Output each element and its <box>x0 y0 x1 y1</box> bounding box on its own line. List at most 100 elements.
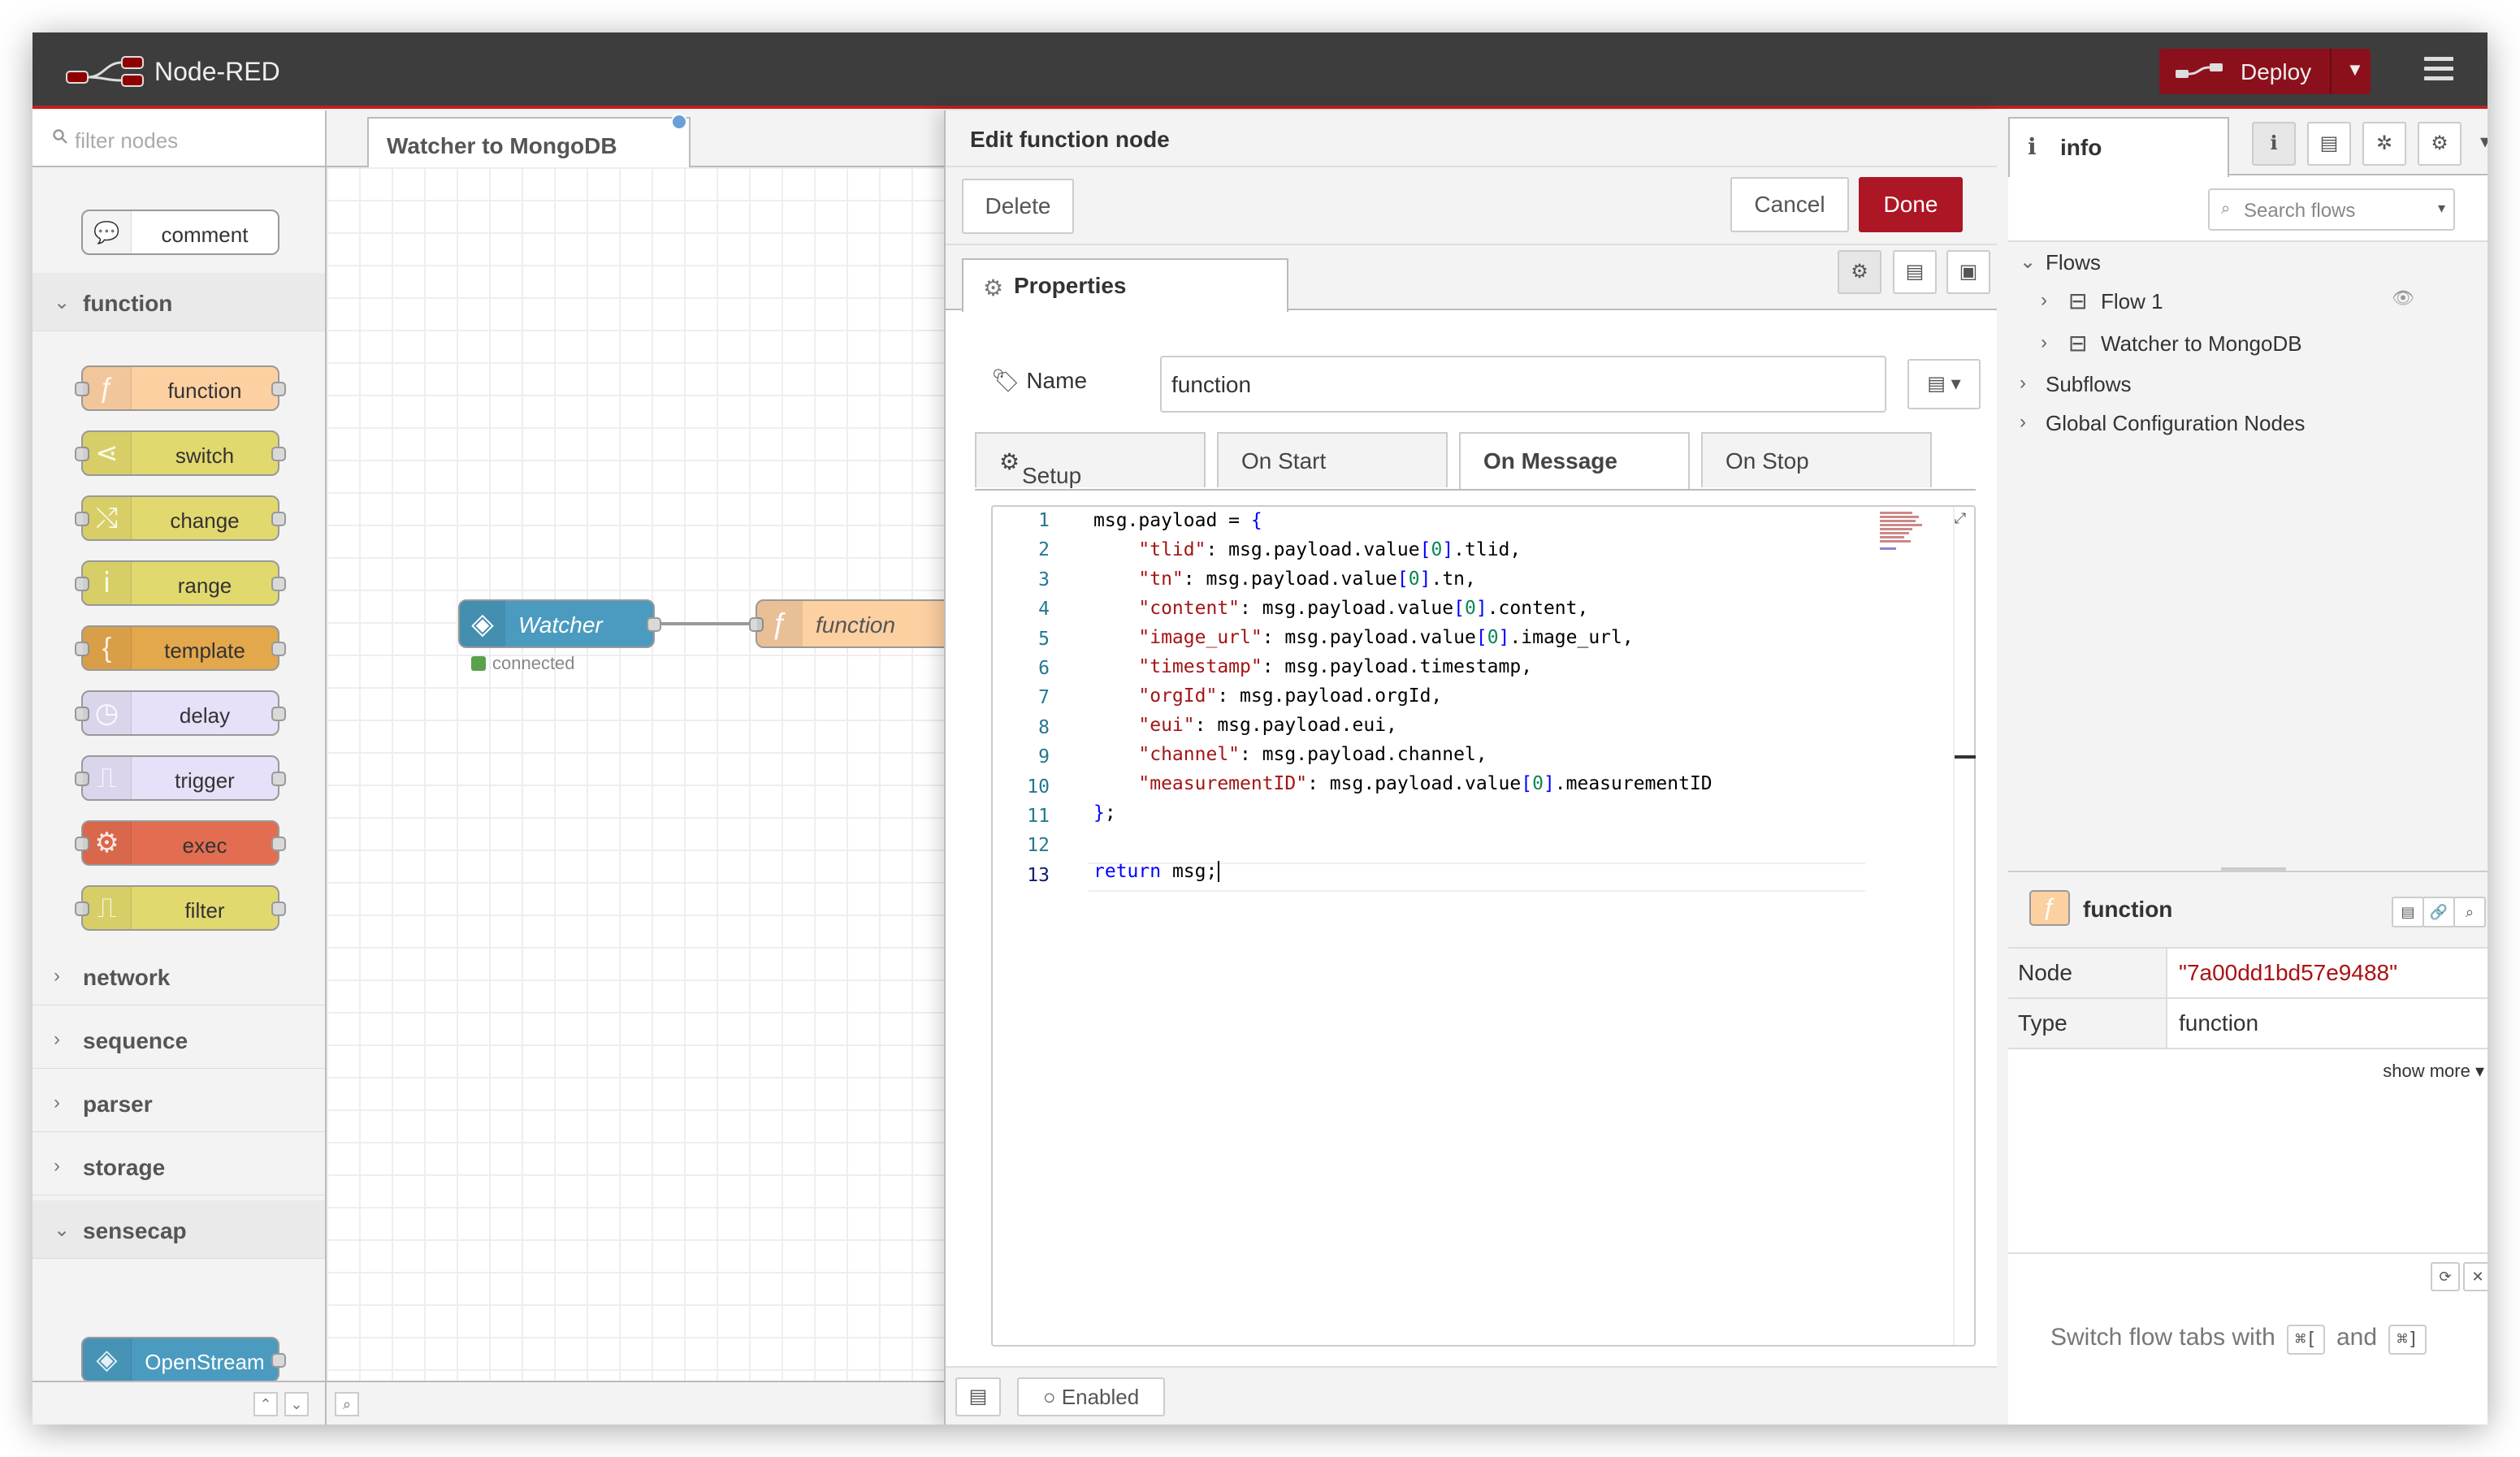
output-port <box>271 837 286 851</box>
tab-info[interactable]: ℹ info <box>2008 117 2229 177</box>
line-number: 3 <box>1038 569 1050 590</box>
changed-indicator-icon <box>671 114 687 130</box>
node-palette: filter nodes 💬 comment ⌄ function ƒ func… <box>32 110 327 1425</box>
info-value-node-id[interactable]: "7a00dd1bd57e9488" <box>2179 960 2397 986</box>
tree-label: Flows <box>2046 250 2101 275</box>
chevron-down-icon: ⌄ <box>54 1219 71 1241</box>
flow-icon: ⊟ <box>2068 331 2088 356</box>
search-icon[interactable]: ⌕ <box>335 1392 359 1416</box>
workspace-canvas[interactable]: ◈ Watcher connected ƒ function <box>327 167 967 1381</box>
palette-node-switch[interactable]: ⋖ switch <box>75 430 286 476</box>
palette-node-delay[interactable]: ◷ delay <box>75 690 286 736</box>
category-network[interactable]: › network <box>32 947 325 1005</box>
category-sequence[interactable]: › sequence <box>32 1010 325 1069</box>
help-book-icon[interactable]: ▤ <box>2392 897 2424 927</box>
category-sensecap[interactable]: ⌄ sensecap <box>32 1200 325 1259</box>
watcher-status-text: connected <box>492 653 575 673</box>
tree-label: Subflows <box>2046 372 2132 396</box>
deploy-menu-caret-icon[interactable]: ▼ <box>2346 59 2364 80</box>
info-icon[interactable]: ℹ <box>2252 122 2296 166</box>
tray-toolbar: Delete Cancel Done <box>946 167 1998 245</box>
output-port[interactable] <box>647 617 661 632</box>
palette-node-range[interactable]: ⅰ range <box>75 560 286 606</box>
palette-node-change[interactable]: ⤭ change <box>75 495 286 541</box>
help-book-icon[interactable]: ▤ <box>2307 122 2351 166</box>
hamburger-bar <box>2424 57 2453 61</box>
deploy-button[interactable]: Deploy ▼ <box>2159 49 2371 94</box>
palette-node-function[interactable]: ƒ function <box>75 365 286 411</box>
code-editor[interactable]: 1 2 3 4 5 6 7 8 9 10 11 12 13 msg.payload = { "tlid"… <box>991 505 1976 1347</box>
chevron-down-icon[interactable]: ▾ <box>2438 200 2445 217</box>
tab-on-stop[interactable]: On Stop <box>1701 432 1932 487</box>
line-number: 11 <box>1027 806 1050 827</box>
visibility-eye-icon[interactable]: 👁 <box>2392 288 2414 309</box>
done-button[interactable]: Done <box>1859 177 1963 232</box>
keyboard-shortcut: ⌘[ <box>2287 1325 2325 1355</box>
tree-label: Flow 1 <box>2101 289 2163 313</box>
code-line: }; <box>1093 802 1116 824</box>
code-line: "tlid": msg.payload.value[0].tlid, <box>1138 539 1522 560</box>
library-menu-icon[interactable]: ▤ ▾ <box>1907 359 1981 409</box>
description-icon[interactable]: ▤ <box>1893 250 1937 294</box>
chevron-down-icon[interactable]: ▾ <box>2463 122 2488 166</box>
comment-icon: 💬 <box>83 211 132 253</box>
palette-node-template[interactable]: { template <box>75 625 286 671</box>
trigger-icon: ⎍ <box>83 757 132 799</box>
collapse-all-icon[interactable]: ⌃ <box>253 1392 278 1416</box>
tab-properties[interactable]: ⚙ Properties <box>962 258 1288 312</box>
tab-watcher-to-mongodb[interactable]: Watcher to MongoDB <box>367 114 691 169</box>
close-icon[interactable]: ✕ <box>2463 1262 2488 1291</box>
debug-bug-icon[interactable]: ✲ <box>2362 122 2406 166</box>
link-icon[interactable]: 🔗 <box>2423 897 2455 927</box>
palette-node-filter[interactable]: ⎍ filter <box>75 885 286 931</box>
main-menu-button[interactable] <box>2424 57 2453 83</box>
category-parser[interactable]: › parser <box>32 1074 325 1132</box>
code-line: return msg; <box>1093 861 1220 882</box>
node-settings-icon[interactable]: ⚙ <box>1838 250 1881 294</box>
flow-node-watcher[interactable]: ◈ Watcher <box>458 599 661 648</box>
name-input[interactable]: function <box>1160 356 1886 413</box>
chevron-right-icon: › <box>2020 411 2026 433</box>
function-icon: ƒ <box>757 601 803 646</box>
chevron-right-icon: › <box>2041 289 2047 311</box>
palette-node-label: switch <box>175 443 235 468</box>
info-key: Type <box>2008 999 2167 1048</box>
switch-icon: ⋖ <box>83 432 132 474</box>
tab-label: On Start <box>1241 448 1327 473</box>
palette-node-exec[interactable]: ⚙ exec <box>75 820 286 866</box>
output-port <box>271 772 286 786</box>
category-storage[interactable]: › storage <box>32 1137 325 1195</box>
tab-setup[interactable]: ⚙ Setup <box>975 432 1206 488</box>
palette-node-trigger[interactable]: ⎍ trigger <box>75 755 286 801</box>
show-more-link[interactable]: show more ▾ <box>2383 1061 2484 1082</box>
help-book-icon[interactable]: ▤ <box>955 1377 1001 1416</box>
sidebar-tabs: ℹ info ℹ ▤ ✲ ⚙ ▾ <box>2008 110 2488 177</box>
palette-node-label: filter <box>184 898 225 923</box>
tree-label: Watcher to MongoDB <box>2101 331 2302 356</box>
appearance-icon[interactable]: ▣ <box>1946 250 1990 294</box>
chevron-right-icon: › <box>54 965 60 987</box>
filter-nodes-input[interactable]: filter nodes <box>32 110 325 167</box>
palette-node-comment[interactable]: 💬 comment <box>81 210 279 255</box>
app-title: Node-RED <box>154 57 280 86</box>
enabled-toggle[interactable]: ○ Enabled <box>1017 1377 1165 1416</box>
category-label: network <box>83 965 171 990</box>
search-icon[interactable]: ⌕ <box>2453 897 2486 927</box>
tab-on-message[interactable]: On Message <box>1459 432 1690 491</box>
category-function[interactable]: ⌄ function <box>32 273 325 331</box>
expand-all-icon[interactable]: ⌄ <box>284 1392 309 1416</box>
refresh-icon[interactable]: ⟳ <box>2431 1262 2460 1291</box>
search-flows-input[interactable]: ⌕ Search flows ▾ <box>2208 188 2455 231</box>
tree-label: Global Configuration Nodes <box>2046 411 2306 435</box>
output-port <box>271 642 286 656</box>
gear-icon[interactable]: ⚙ <box>2418 122 2462 166</box>
delete-button[interactable]: Delete <box>962 179 1074 234</box>
editor-scrollbar[interactable] <box>1953 507 1976 1345</box>
palette-node-openstream[interactable]: ◈ OpenStream <box>81 1337 286 1382</box>
tab-on-start[interactable]: On Start <box>1217 432 1448 487</box>
category-label: sequence <box>83 1028 188 1053</box>
line-number: 12 <box>1027 835 1050 857</box>
flow-node-function[interactable]: ƒ function <box>749 599 967 648</box>
cancel-button[interactable]: Cancel <box>1730 177 1849 232</box>
chevron-right-icon: › <box>2041 331 2047 353</box>
